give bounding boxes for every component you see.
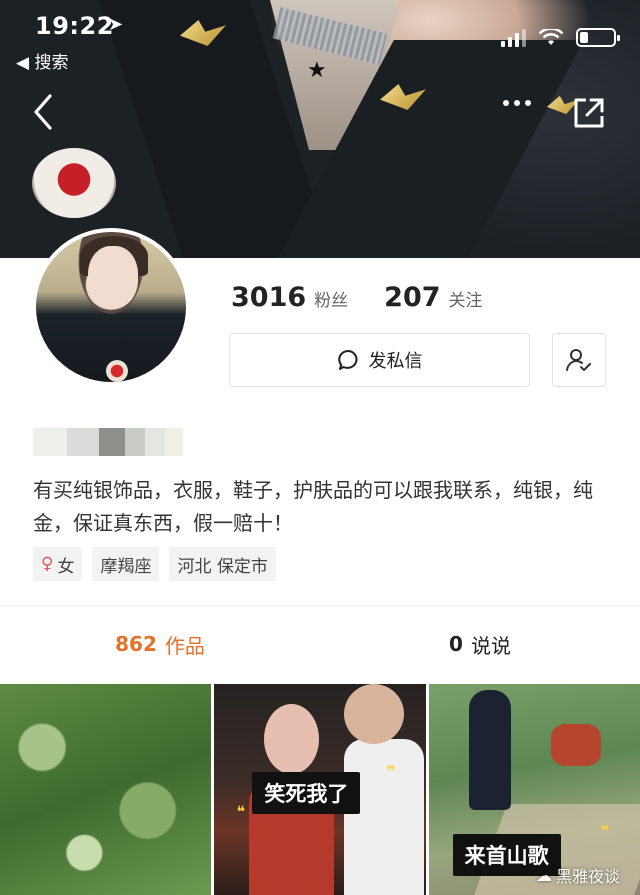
- works-label: 作品: [164, 633, 205, 658]
- followers-label[interactable]: 粉丝: [314, 286, 348, 311]
- back-to-app-link[interactable]: ◀ 搜索: [16, 48, 68, 73]
- watermark-text: 黑雅夜谈: [555, 867, 620, 886]
- tag-location: 河北 保定市: [169, 547, 276, 581]
- female-icon: ♀: [41, 554, 54, 574]
- follow-button[interactable]: [552, 333, 606, 387]
- tab-posts[interactable]: 0 说说: [320, 606, 640, 682]
- tag-gender: ♀ 女: [33, 547, 83, 581]
- back-arrow-icon[interactable]: [28, 92, 60, 132]
- chat-bubble-icon: [337, 349, 357, 370]
- tag-gender-label: 女: [57, 556, 75, 577]
- send-message-label: 发私信: [368, 351, 423, 372]
- tab-works[interactable]: 862 作品: [0, 606, 320, 682]
- profile-avatar[interactable]: [32, 228, 190, 386]
- work-caption: 笑死我了: [252, 772, 361, 814]
- followers-count[interactable]: 3016: [231, 282, 306, 313]
- profile-bio: 有买纯银饰品，衣服，鞋子，护肤品的可以跟我联系，纯银，纯金，保证真东西，假一赔十…: [33, 478, 593, 535]
- wechat-icon: ☁: [535, 865, 552, 885]
- profile-tags: ♀ 女 摩羯座 河北 保定市: [33, 547, 276, 581]
- posts-label: 说说: [470, 633, 511, 658]
- status-time: 19:22: [35, 12, 114, 40]
- watermark: ☁ 黑雅夜谈: [536, 863, 620, 887]
- content-tabs: 862 作品 0 说说: [0, 606, 640, 682]
- work-thumbnail[interactable]: ❞ 笑死我了 ❝: [214, 684, 426, 895]
- share-icon[interactable]: [572, 96, 606, 130]
- signal-icon: [501, 28, 526, 47]
- following-label[interactable]: 关注: [449, 286, 483, 311]
- wifi-icon: [538, 28, 564, 45]
- more-options-icon[interactable]: [503, 100, 531, 106]
- tag-zodiac-label: 摩羯座: [100, 556, 152, 577]
- battery-icon: [576, 28, 620, 47]
- send-message-button[interactable]: 发私信: [229, 333, 530, 387]
- posts-count: 0: [449, 632, 463, 656]
- tag-location-label: 河北 保定市: [177, 556, 268, 577]
- username-redacted: [33, 428, 183, 456]
- location-arrow-icon: ➤: [108, 14, 124, 35]
- works-count: 862: [115, 632, 157, 656]
- work-thumbnail[interactable]: [0, 684, 212, 895]
- profile-stats: 3016 粉丝 207 关注: [231, 282, 511, 313]
- user-check-icon: [566, 349, 591, 371]
- following-count[interactable]: 207: [384, 282, 440, 313]
- tag-zodiac: 摩羯座: [92, 547, 160, 581]
- status-indicators: [501, 28, 620, 47]
